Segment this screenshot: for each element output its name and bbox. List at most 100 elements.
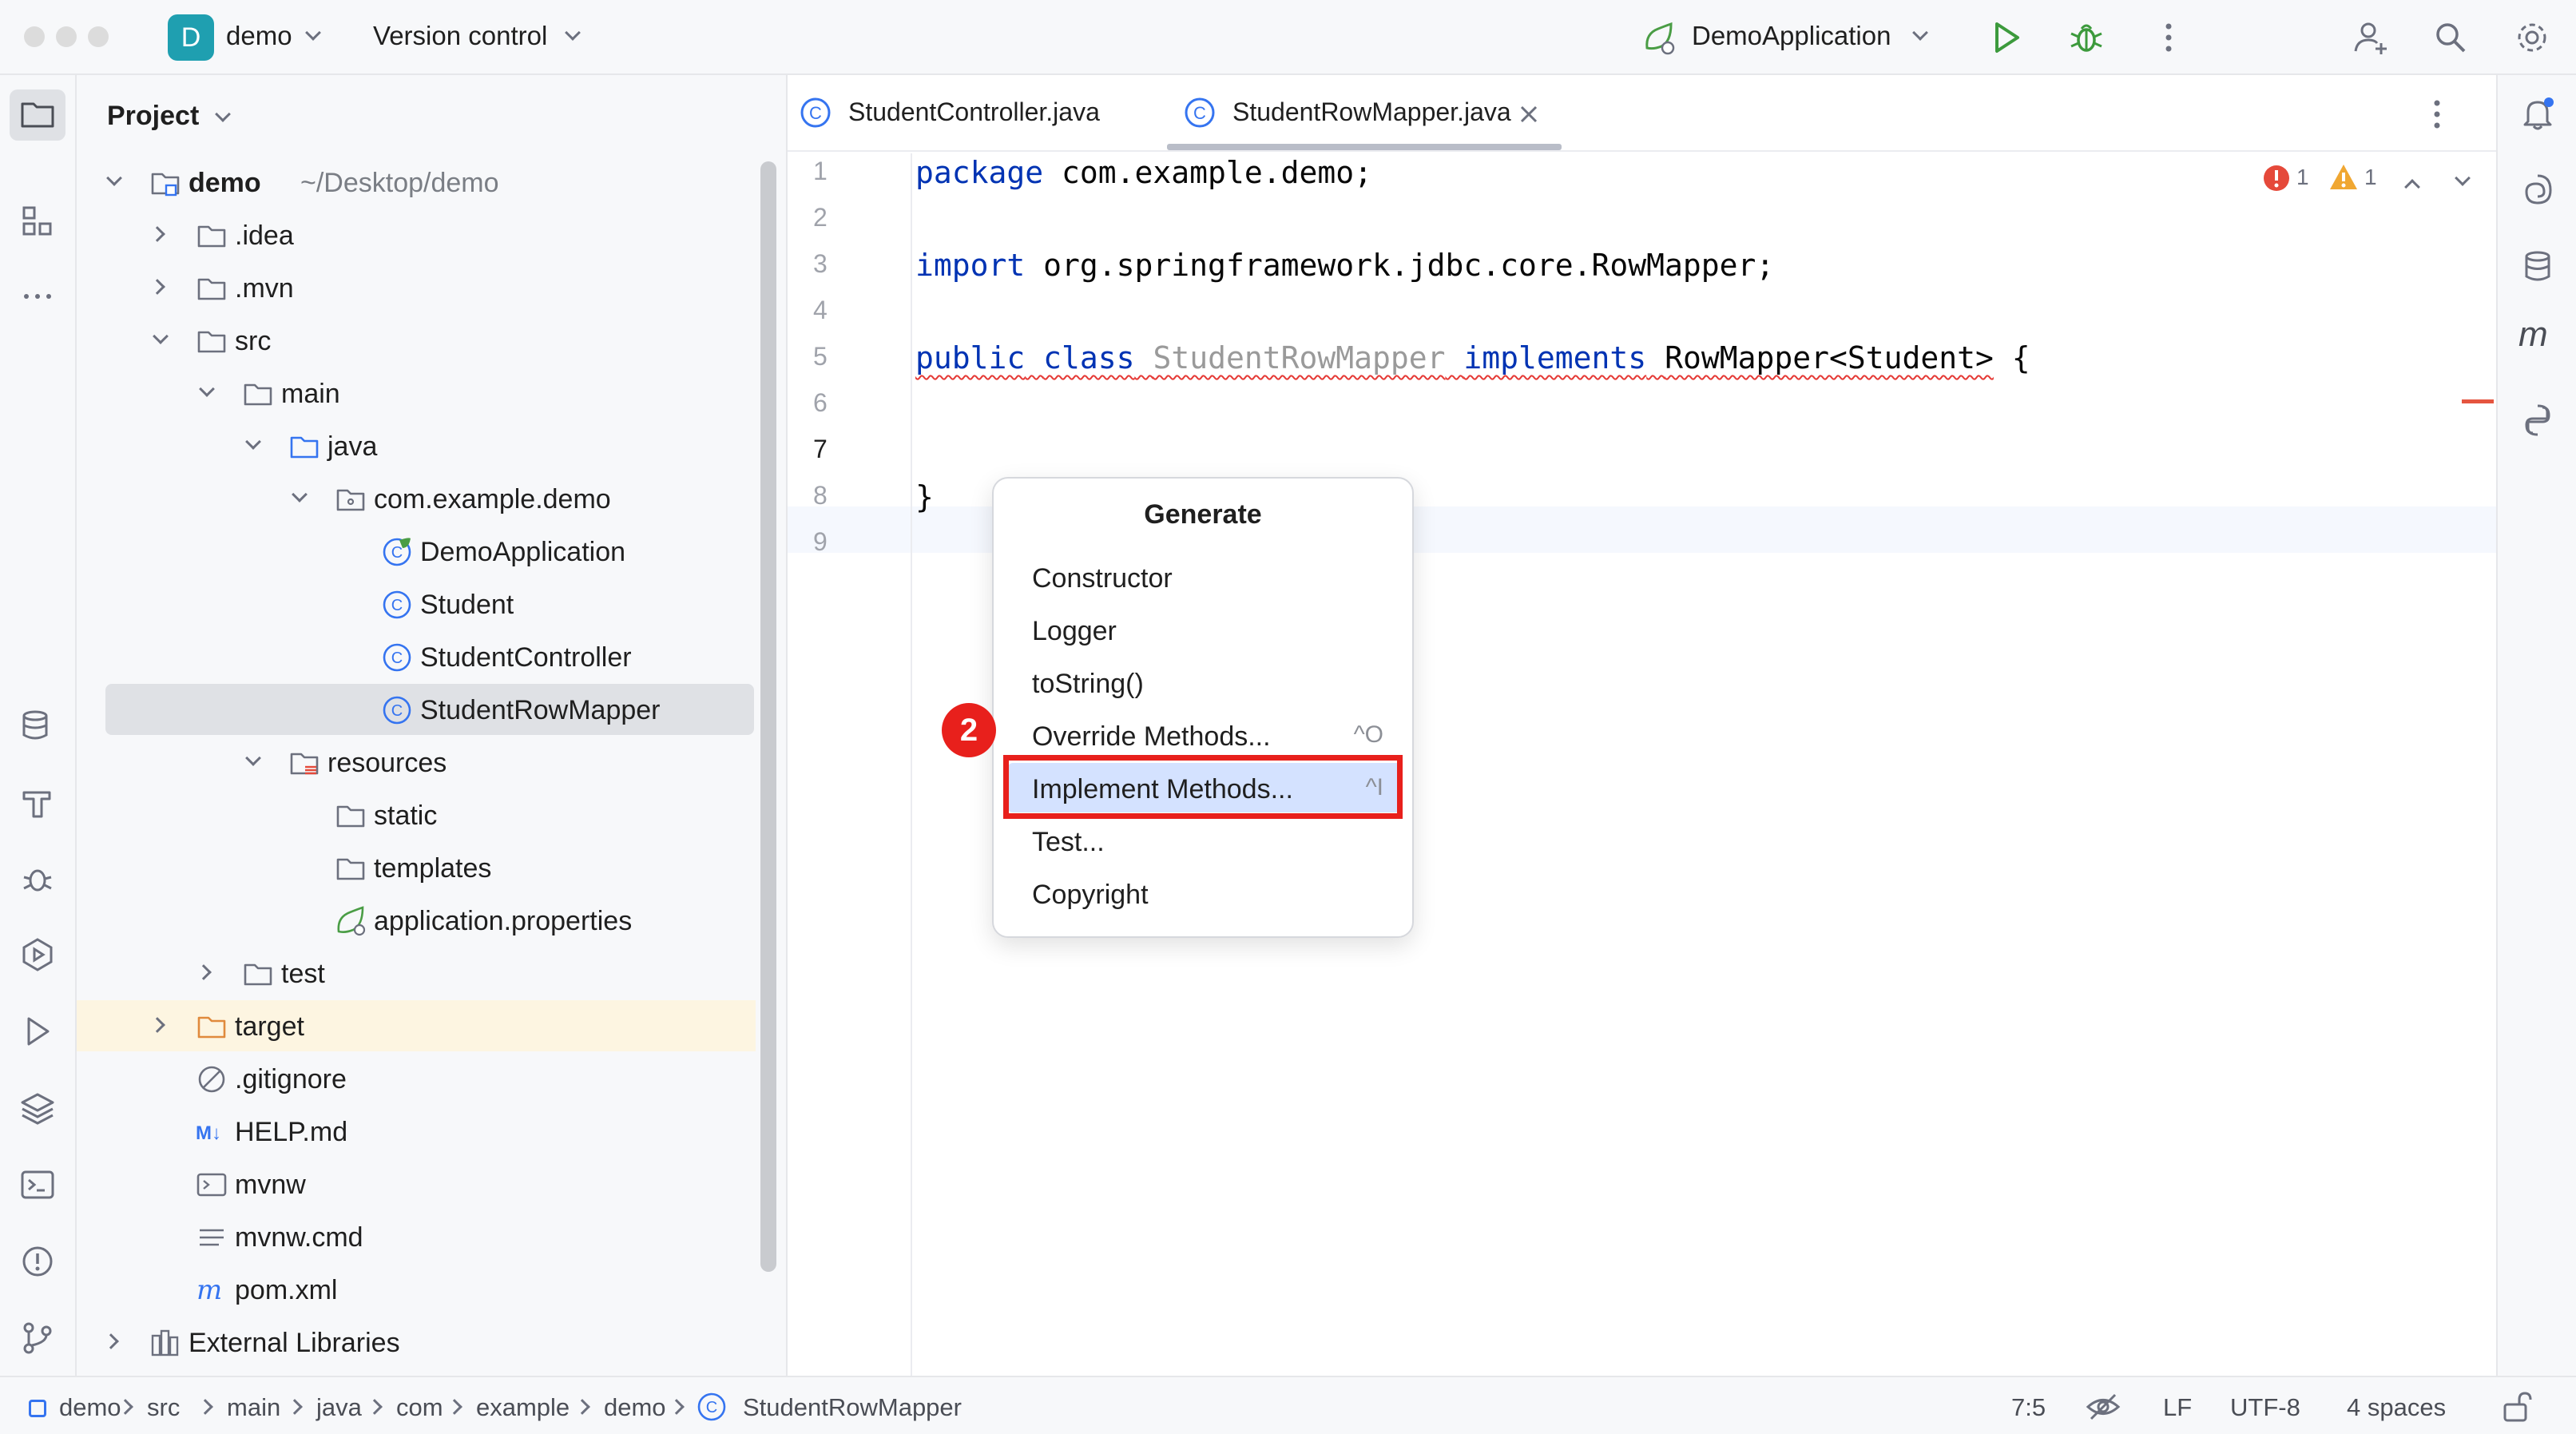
tree-item[interactable]: target <box>77 1000 756 1051</box>
project-selector[interactable]: demo <box>226 21 292 51</box>
maximize-window-button[interactable] <box>88 26 109 47</box>
vcs-selector[interactable]: Version control <box>373 21 547 51</box>
tree-item[interactable]: static <box>77 789 756 840</box>
add-user-icon[interactable] <box>2351 18 2391 58</box>
chevron-down-icon[interactable] <box>199 381 215 397</box>
debug-icon[interactable] <box>2066 18 2106 58</box>
tree-item[interactable]: templates <box>77 842 756 893</box>
build-hammer-icon[interactable] <box>18 783 58 823</box>
breadcrumb-item[interactable]: com <box>396 1393 443 1422</box>
problems-icon[interactable] <box>18 1241 58 1281</box>
chevron-right-icon[interactable] <box>149 279 165 295</box>
tab-student-controller[interactable]: C StudentController.java <box>788 75 1139 152</box>
chevron-down-icon[interactable] <box>215 106 231 122</box>
chevron-down-icon[interactable] <box>292 487 308 502</box>
breadcrumb-item[interactable]: main <box>227 1393 280 1422</box>
tree-item[interactable]: .mvn <box>77 262 756 313</box>
menu-item-tostring[interactable]: toString() <box>1008 657 1401 707</box>
tree-item[interactable]: resources <box>77 737 756 788</box>
tree-item[interactable]: main <box>77 367 756 419</box>
code-line-5[interactable]: public class StudentRowMapper implements… <box>915 340 2030 375</box>
minimize-window-button[interactable] <box>56 26 77 47</box>
close-window-button[interactable] <box>24 26 45 47</box>
more-actions-icon[interactable] <box>2149 18 2189 58</box>
tree-item[interactable]: mvnw <box>77 1158 756 1210</box>
ai-assistant-icon[interactable] <box>2517 169 2558 211</box>
file-encoding[interactable]: UTF-8 <box>2230 1393 2300 1422</box>
tree-item[interactable]: C Student <box>77 578 756 630</box>
tree-item[interactable]: .gitignore <box>77 1053 756 1104</box>
breadcrumb-item[interactable]: demo <box>604 1393 666 1422</box>
menu-item-constructor[interactable]: Constructor <box>1008 552 1401 602</box>
maven-icon[interactable]: m <box>2518 315 2548 355</box>
chevron-down-icon[interactable] <box>245 434 261 450</box>
tree-item[interactable]: C StudentRowMapper <box>105 684 754 735</box>
services-icon[interactable] <box>18 935 58 975</box>
run-configuration-selector[interactable]: DemoApplication <box>1692 21 1891 51</box>
database-icon[interactable] <box>18 706 58 746</box>
lock-icon[interactable] <box>2499 1388 2535 1425</box>
caret-position[interactable]: 7:5 <box>2011 1393 2046 1422</box>
chevron-right-icon[interactable] <box>103 1333 119 1349</box>
tree-item[interactable]: application.properties <box>77 895 756 946</box>
tree-item[interactable]: mvnw.cmd <box>77 1211 756 1262</box>
debug-tool-icon[interactable] <box>18 858 58 898</box>
warning-icon[interactable] <box>2328 161 2360 193</box>
more-tools-icon[interactable] <box>18 276 58 316</box>
breadcrumb-item[interactable]: example <box>476 1393 570 1422</box>
error-stripe-marker[interactable] <box>2462 399 2494 403</box>
tree-item[interactable]: src <box>77 315 756 366</box>
chevron-right-icon[interactable] <box>149 1017 165 1033</box>
menu-item-override-methods[interactable]: Override Methods... ^O <box>1008 710 1401 760</box>
tree-item[interactable]: M↓ HELP.md <box>77 1106 756 1157</box>
tree-item[interactable]: demo ~/Desktop/demo <box>77 157 756 208</box>
chevron-down-icon[interactable] <box>2455 170 2471 186</box>
indent-setting[interactable]: 4 spaces <box>2347 1393 2446 1422</box>
tab-student-row-mapper[interactable]: C StudentRowMapper.java <box>1167 75 1562 152</box>
code-line-3[interactable]: import org.springframework.jdbc.core.Row… <box>915 248 1774 283</box>
run-tool-icon[interactable] <box>18 1011 58 1051</box>
database-icon[interactable] <box>2517 246 2558 288</box>
terminal-icon[interactable] <box>18 1165 58 1205</box>
python-icon[interactable] <box>2517 399 2558 441</box>
tree-item[interactable]: External Libraries <box>77 1317 756 1368</box>
tree-item[interactable]: java <box>77 420 756 471</box>
chevron-right-icon[interactable] <box>196 964 212 980</box>
chevron-down-icon[interactable] <box>245 750 261 766</box>
tree-item[interactable]: m pom.xml <box>77 1264 756 1315</box>
error-count[interactable]: 1 <box>2296 165 2309 190</box>
error-icon[interactable] <box>2261 163 2292 193</box>
project-badge[interactable]: D <box>168 14 214 61</box>
menu-item-test[interactable]: Test... <box>1008 816 1401 865</box>
chevron-down-icon[interactable] <box>153 328 169 344</box>
warning-count[interactable]: 1 <box>2364 165 2377 190</box>
breadcrumb-item[interactable]: StudentRowMapper <box>743 1393 962 1422</box>
layers-icon[interactable] <box>18 1088 58 1128</box>
run-icon[interactable] <box>1986 18 2026 58</box>
scrollbar[interactable] <box>760 161 776 1272</box>
tree-item[interactable]: C StudentController <box>77 631 756 682</box>
line-ending[interactable]: LF <box>2163 1393 2192 1422</box>
git-branch-icon[interactable] <box>18 1318 58 1358</box>
chevron-down-icon[interactable] <box>106 170 122 186</box>
tree-item[interactable]: test <box>77 947 756 999</box>
tab-options-icon[interactable] <box>2417 94 2457 134</box>
panel-title[interactable]: Project <box>107 101 199 132</box>
chevron-right-icon[interactable] <box>149 226 165 242</box>
structure-icon[interactable] <box>18 201 58 241</box>
breadcrumb-item[interactable]: demo <box>59 1393 121 1422</box>
inspections-off-icon[interactable] <box>2085 1388 2122 1425</box>
menu-item-logger[interactable]: Logger <box>1008 605 1401 654</box>
code-line-8[interactable]: } <box>915 479 934 514</box>
notifications-icon[interactable] <box>2517 93 2558 134</box>
gear-icon[interactable] <box>2512 18 2552 58</box>
tree-item[interactable]: .idea <box>77 209 756 260</box>
chevron-up-icon[interactable] <box>2404 179 2420 195</box>
breadcrumb-item[interactable]: java <box>316 1393 362 1422</box>
tree-item[interactable]: C DemoApplication <box>77 526 756 577</box>
tree-item[interactable]: com.example.demo <box>77 473 756 524</box>
menu-item-copyright[interactable]: Copyright <box>1008 868 1401 918</box>
breadcrumb-item[interactable]: src <box>147 1393 180 1422</box>
close-icon[interactable] <box>1518 104 1539 125</box>
search-icon[interactable] <box>2431 18 2471 58</box>
